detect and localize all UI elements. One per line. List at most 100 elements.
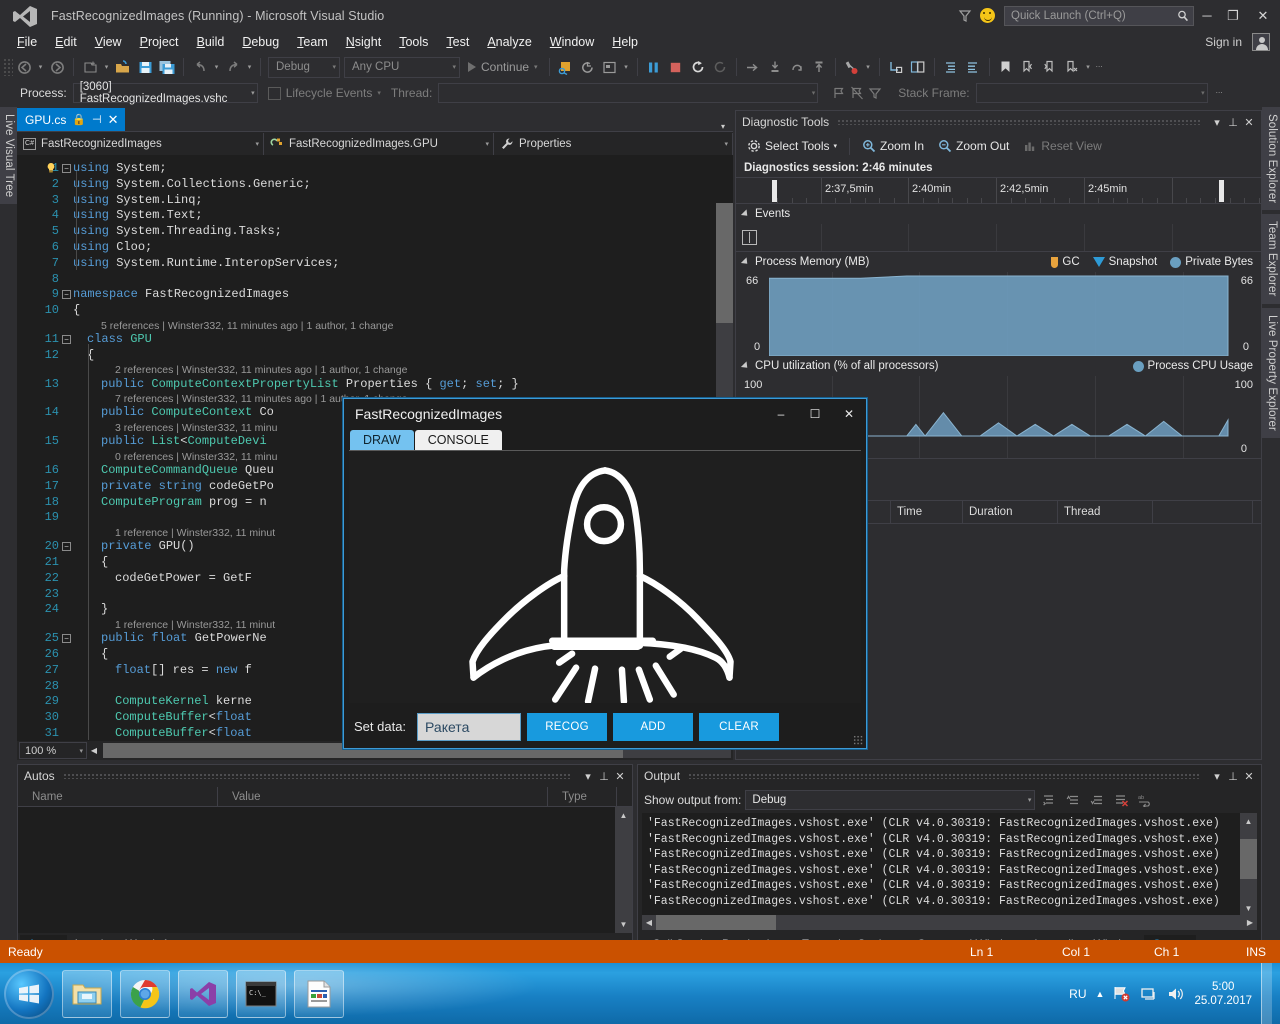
stop-debugging-icon[interactable] [665,56,687,78]
find-message-icon[interactable] [1039,790,1059,810]
code-lens[interactable]: 5 references | Winster332, 11 minutes ag… [101,320,393,332]
step-into-icon[interactable] [764,56,786,78]
expander-icon[interactable] [741,361,750,370]
select-tools-button[interactable]: Select Tools ▾ [742,137,842,155]
taskbar-item-chrome[interactable] [120,970,170,1018]
show-hidden-icons-icon[interactable]: ▲ [1096,989,1105,999]
volume-icon[interactable] [1167,986,1185,1002]
go-to-previous-message-icon[interactable] [1063,790,1083,810]
toolbar-grip[interactable] [3,58,13,76]
code-line[interactable]: public ComputeContextPropertyList Proper… [101,377,519,391]
zoom-out-button[interactable]: Zoom Out [933,137,1014,155]
quick-actions-lightbulb-icon[interactable] [45,162,57,174]
pin-icon[interactable]: ⊣ [92,113,102,126]
network-error-icon[interactable] [1113,986,1131,1002]
code-line[interactable]: { [73,303,80,317]
autos-vertical-scrollbar[interactable]: ▲ ▼ [615,807,632,933]
uncomment-selection-icon[interactable] [962,56,984,78]
code-lens[interactable]: 2 references | Winster332, 11 minutes ag… [115,364,407,376]
menu-item-team[interactable]: Team [288,32,337,52]
show-next-statement-icon[interactable] [742,56,764,78]
taskbar-item-notepad-document[interactable] [294,970,344,1018]
pin-icon[interactable]: ⊥ [1225,116,1241,129]
break-all-icon[interactable] [643,56,665,78]
recog-button[interactable]: RECOG [527,713,607,741]
go-to-next-message-icon[interactable] [1087,790,1107,810]
comment-selection-icon[interactable] [940,56,962,78]
resize-grip[interactable] [853,735,863,745]
events-track[interactable] [736,224,1261,252]
code-line[interactable]: public List<ComputeDevi [101,434,267,448]
show-hierarchy-icon[interactable] [885,56,907,78]
document-tab-gpu-cs[interactable]: GPU.cs 🔒 ⊣ ✕ [17,108,125,131]
close-icon[interactable]: ✕ [1241,116,1257,129]
set-data-input[interactable]: Ракета [417,713,521,741]
next-bookmark-icon[interactable] [1039,56,1061,78]
flag-buttons[interactable] [832,86,882,100]
code-line[interactable]: using System.Linq; [73,193,203,207]
continue-button[interactable]: Continue ▾ [462,60,544,74]
feedback-filter-icon[interactable] [952,3,978,29]
fastrecognizedimages-app-window[interactable]: FastRecognizedImages – ☐ ✕ DRAWCONSOLE [343,398,867,749]
window-restore-button[interactable]: ❐ [1220,0,1246,31]
code-line[interactable]: using System.Collections.Generic; [73,177,311,191]
menu-item-help[interactable]: Help [603,32,647,52]
code-line[interactable]: { [101,647,108,661]
cpu-utilization-header[interactable]: CPU utilization (% of all processors) Pr… [736,356,1261,376]
menu-item-analyze[interactable]: Analyze [478,32,540,52]
navigate-forward-icon[interactable] [46,56,68,78]
grid-column-header[interactable]: Thread [1058,501,1153,524]
process-memory-header[interactable]: Process Memory (MB) GC Snapshot Private … [736,252,1261,272]
editor-scrollbar-thumb[interactable] [716,203,733,323]
send-feedback-icon[interactable] [980,8,995,23]
autos-column-value[interactable]: Value [218,787,548,807]
open-file-icon[interactable] [112,56,134,78]
code-line[interactable]: using System; [73,161,167,175]
close-icon[interactable]: ✕ [1241,770,1257,783]
fold-toggle-icon[interactable]: − [62,542,71,551]
code-lens[interactable]: 3 references | Winster332, 11 minu [115,422,277,434]
output-scroll-thumb[interactable] [1240,839,1257,879]
taskbar-clock[interactable]: 5:00 25.07.2017 [1194,980,1252,1008]
toggle-bookmark-icon[interactable] [995,56,1017,78]
editor-zoom-combo[interactable]: 100 % ▾ [19,742,87,759]
code-line[interactable]: using System.Threading.Tasks; [73,224,282,238]
scroll-down-icon[interactable]: ▼ [615,916,632,933]
fold-toggle-icon[interactable]: − [62,335,71,344]
navigate-backward-dropdown-icon[interactable]: ▾ [35,56,46,78]
app-tab-draw[interactable]: DRAW [350,430,414,450]
toolbar-overflow-icon[interactable]: ▾ [621,56,632,78]
step-out-icon[interactable] [808,56,830,78]
solution-platform-combo[interactable]: Any CPU ▾ [344,57,460,78]
panel-menu-icon[interactable]: ▾ [580,770,596,783]
code-line[interactable]: ComputeProgram prog = n [101,495,267,509]
add-button[interactable]: ADD [613,713,693,741]
stack-frame-combo[interactable]: ▾ [976,83,1208,103]
dock-tab-live-property-explorer[interactable]: Live Property Explorer [1262,308,1280,438]
autos-rows[interactable] [18,807,615,933]
undo-icon[interactable] [189,56,211,78]
show-desktop-button[interactable] [1261,963,1272,1024]
fold-toggle-icon[interactable]: − [62,164,71,173]
clear-all-icon[interactable] [1111,790,1131,810]
events-section-header[interactable]: Events [736,204,1261,224]
pin-icon[interactable]: ⊥ [1225,770,1241,783]
autos-column-name[interactable]: Name [18,787,218,807]
bookmarks-dropdown-icon[interactable]: ▾ [1083,56,1094,78]
app-minimize-button[interactable]: – [764,401,798,427]
code-line[interactable]: } [101,602,108,616]
scroll-left-icon[interactable]: ◀ [87,746,101,755]
scroll-right-icon[interactable]: ▶ [1243,918,1257,927]
process-memory-chart[interactable]: 66 0 66 0 [736,272,1261,356]
timeline-range-handle[interactable] [772,180,777,202]
toolbar-options-icon[interactable]: ⋯ [1094,56,1105,78]
menu-item-test[interactable]: Test [437,32,478,52]
code-line[interactable]: namespace FastRecognizedImages [73,287,289,301]
drawing-canvas[interactable] [349,450,861,703]
menu-item-tools[interactable]: Tools [390,32,437,52]
app-maximize-button[interactable]: ☐ [798,401,832,427]
navbar-member-combo[interactable]: Properties ▾ [494,133,733,155]
taskbar-item-command-prompt[interactable]: C:\_ [236,970,286,1018]
code-line[interactable]: private string codeGetPo [101,479,274,493]
dock-tab-solution-explorer[interactable]: Solution Explorer [1262,107,1280,210]
